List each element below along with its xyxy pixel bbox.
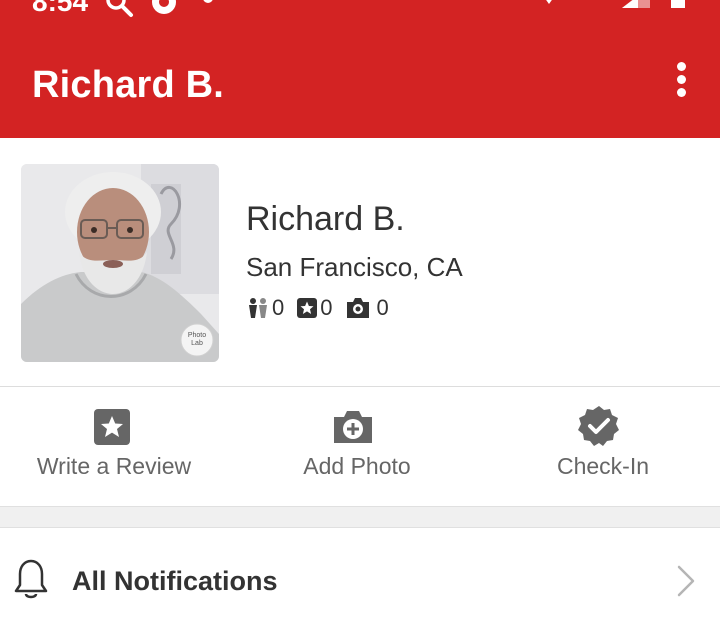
battery-icon <box>671 0 685 8</box>
section-gap <box>0 506 720 528</box>
avatar[interactable]: Photo Lab <box>21 164 219 362</box>
status-time: 8:54 <box>32 0 89 17</box>
photos-stat: 0 <box>345 295 389 321</box>
profile-stats: 0 0 0 <box>246 294 401 322</box>
all-notifications-label: All Notifications <box>72 566 278 596</box>
write-review-label: Write a Review <box>36 453 192 479</box>
more-vertical-icon <box>677 62 686 71</box>
friends-count: 0 <box>272 295 285 320</box>
profile-name: Richard B. <box>246 200 405 238</box>
location-icon <box>546 0 552 4</box>
reviews-count: 0 <box>320 295 333 320</box>
check-in-button[interactable]: Check-In <box>483 400 720 500</box>
camera-add-icon <box>334 411 372 443</box>
add-photo-label: Add Photo <box>303 453 411 479</box>
avatar-watermark: Photo Lab <box>187 332 207 347</box>
friends-icon <box>249 298 267 318</box>
signal-icon <box>622 0 650 8</box>
chevron-right-icon <box>677 565 695 597</box>
status-bar: 8:54 <box>0 0 720 20</box>
photos-count: 0 <box>376 295 389 320</box>
bell-icon <box>14 559 48 599</box>
star-box-icon <box>297 298 318 318</box>
write-review-button[interactable]: Write a Review <box>0 400 234 500</box>
all-notifications-row[interactable]: All Notifications <box>0 528 720 629</box>
notification-dot-icon <box>203 0 213 3</box>
app-bar: 8:54 Richard B. <box>0 0 720 138</box>
search-icon <box>106 0 133 17</box>
star-box-icon <box>94 409 130 445</box>
divider <box>0 386 720 387</box>
profile-screen: 8:54 Richard B. Photo Lab Richard B. San… <box>0 0 720 629</box>
friends-stat: 0 <box>246 295 284 321</box>
overflow-menu-button[interactable] <box>664 58 700 102</box>
check-badge-icon <box>578 406 619 446</box>
add-photo-button[interactable]: Add Photo <box>237 400 477 500</box>
reviews-stat: 0 <box>296 295 333 321</box>
chrome-icon <box>152 0 176 14</box>
page-title: Richard B. <box>32 64 225 106</box>
profile-location: San Francisco, CA <box>246 252 463 282</box>
camera-icon <box>346 298 369 318</box>
check-in-label: Check-In <box>556 453 650 479</box>
